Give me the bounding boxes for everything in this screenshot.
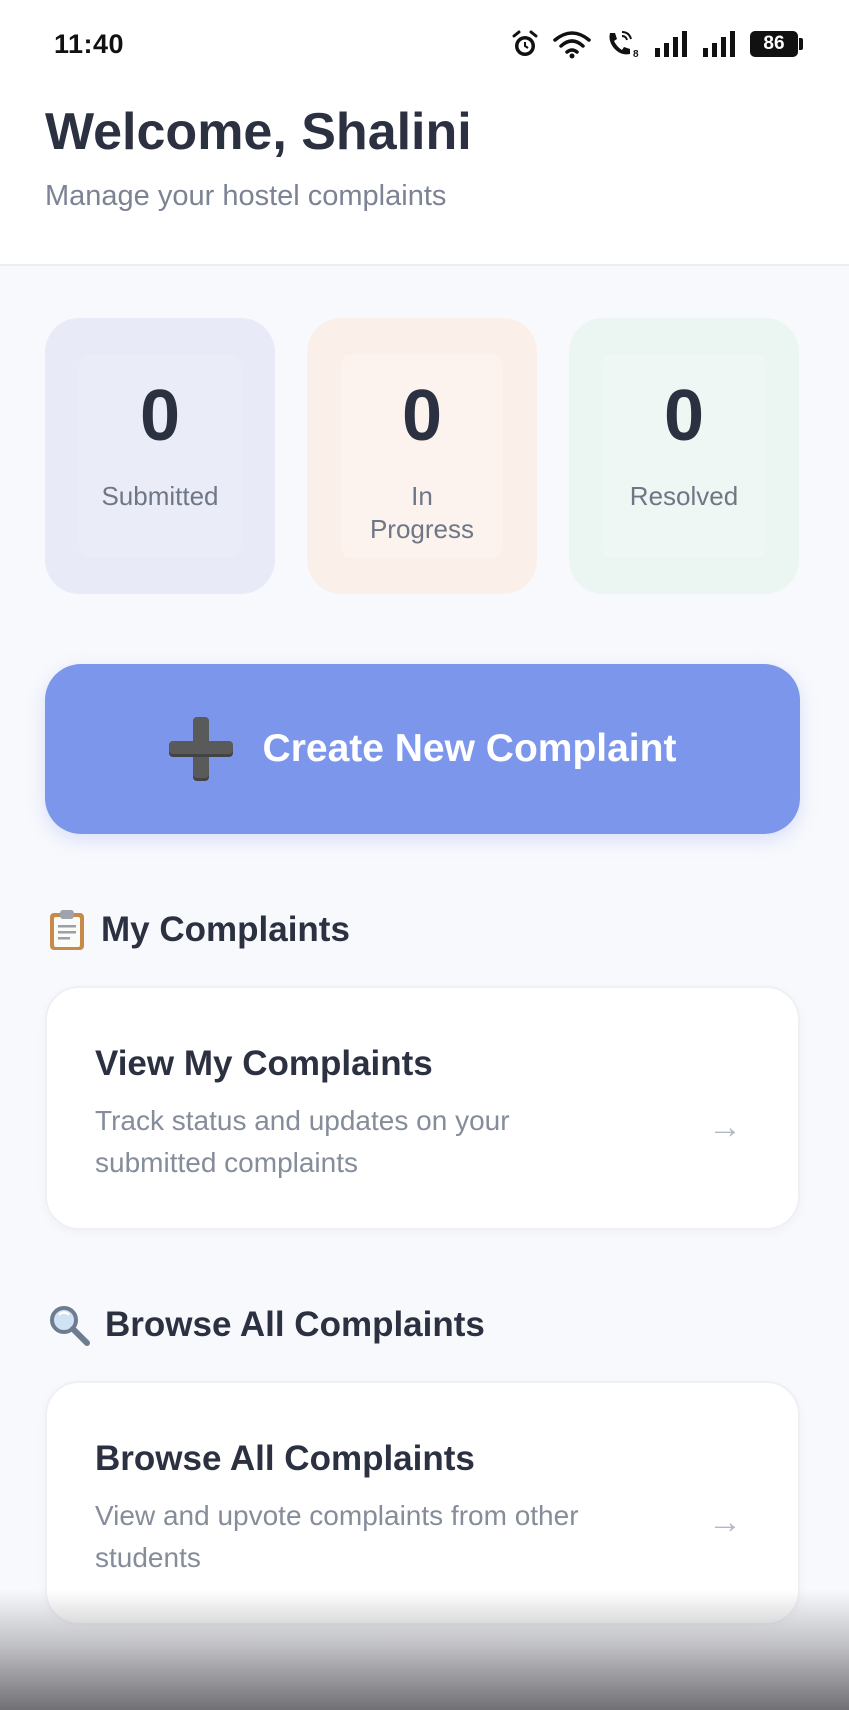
arrow-right-icon: → [708, 1503, 742, 1541]
stat-value: 0 [401, 376, 443, 456]
bottom-navigation-shade [0, 1590, 849, 1710]
stat-value: 0 [663, 376, 705, 456]
clipboard-icon [50, 910, 84, 950]
signal-icon [655, 31, 687, 57]
card-description: Track status and updates on your submitt… [95, 1105, 510, 1178]
section-heading-label: My Complaints [101, 910, 350, 949]
plus-icon [168, 717, 233, 781]
header: Welcome, Shalini Manage your hostel comp… [0, 88, 849, 266]
section-heading-label: Browse All Complaints [105, 1305, 485, 1344]
create-complaint-label: Create New Complaint [262, 727, 677, 770]
stat-card-resolved: 0 Resolved [569, 318, 799, 594]
create-complaint-button[interactable]: Create New Complaint [45, 664, 800, 834]
card-description: View and upvote complaints from other st… [95, 1500, 579, 1573]
status-icons: 8 86 [510, 29, 803, 59]
wifi-call-icon: 8 [609, 31, 639, 59]
section-heading-my-complaints: My Complaints [47, 908, 350, 952]
screen: 11:40 8 86 Welcome, Shalini Manage your … [0, 0, 849, 1710]
signal-icon [703, 31, 735, 57]
svg-text:8: 8 [633, 49, 639, 59]
stat-card-in-progress: 0 In Progress [307, 318, 537, 594]
arrow-right-icon: → [708, 1108, 742, 1146]
battery-indicator: 86 [750, 31, 803, 57]
magnifier-icon [50, 1306, 90, 1346]
page-subtitle: Manage your hostel complaints [45, 180, 447, 212]
card-title: View My Complaints [95, 1044, 433, 1083]
alarm-icon [512, 30, 538, 56]
view-my-complaints-card[interactable]: View My Complaints Track status and upda… [45, 986, 800, 1230]
status-bar: 11:40 8 86 [0, 0, 849, 88]
battery-level: 86 [750, 31, 798, 57]
battery-cap [799, 38, 803, 50]
stats-row: 0 Submitted 0 In Progress 0 Resolved [45, 318, 800, 594]
status-time: 11:40 [54, 28, 125, 59]
page-title: Welcome, Shalini [45, 103, 472, 161]
stat-card-submitted: 0 Submitted [45, 318, 275, 594]
wifi-icon [553, 31, 591, 59]
stat-label: Submitted [101, 481, 219, 511]
stat-label: In Progress [369, 481, 475, 544]
browse-all-complaints-card[interactable]: Browse All Complaints View and upvote co… [45, 1381, 800, 1625]
stat-label: Resolved [629, 481, 739, 511]
section-heading-browse-complaints: Browse All Complaints [47, 1303, 485, 1347]
card-title: Browse All Complaints [95, 1439, 475, 1478]
stat-value: 0 [139, 376, 181, 456]
